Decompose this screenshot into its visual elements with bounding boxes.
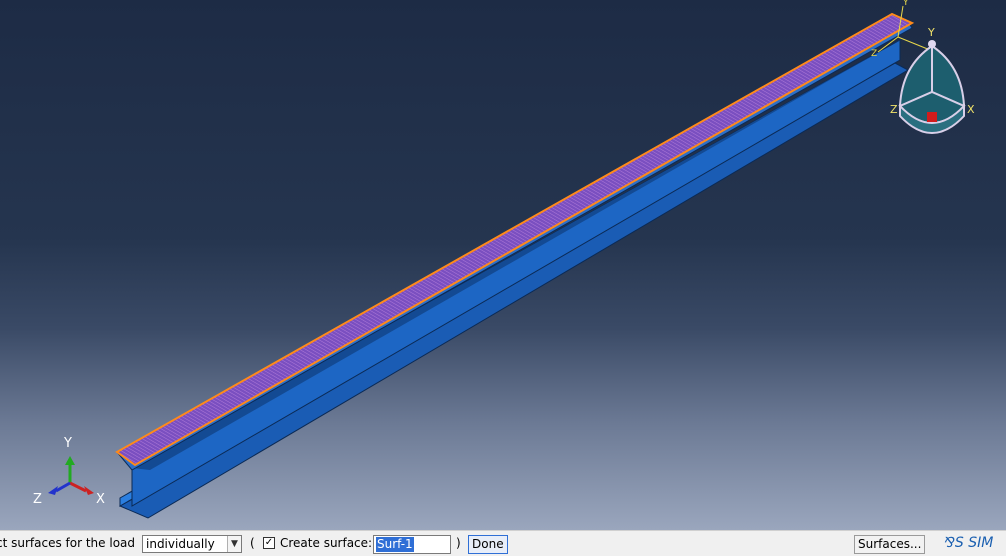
prompt-area: ct surfaces for the load individually ▼ … [0,530,1006,556]
chevron-down-icon[interactable]: ▼ [227,536,241,552]
surface-name-value: Surf-1 [376,537,414,552]
beam-scene[interactable]: Y X Z Y X Z Y X Z [0,0,1006,530]
view-cube-y-label: Y [927,26,935,39]
view-cube-z-label: Z [890,103,898,116]
paren-close: ) [456,536,461,550]
surfaces-button[interactable]: Surfaces... [854,535,926,554]
selection-mode-value: individually [146,537,215,551]
surface-name-input[interactable]: Surf-1 [373,535,451,554]
brand-text: SIM [968,535,994,551]
selection-mode-dropdown[interactable]: individually ▼ [142,535,242,553]
global-axis-triad: Y X Z [33,436,105,507]
beam-end-z-label: Z [871,49,877,59]
paren-open: ( [250,536,255,550]
triad-y-label: Y [63,436,72,451]
done-button[interactable]: Done [468,535,508,554]
triad-z-label: Z [33,492,42,507]
triad-x-label: X [96,492,105,507]
beam-web-shadow [132,38,903,470]
brand-logo: ⅋S SIM [944,531,993,556]
create-surface-checkbox[interactable]: ✓ [263,537,275,549]
beam-top-flange-selected-face[interactable] [115,12,915,467]
view-cube-top-node [928,40,936,48]
view-cube-x-label: X [967,103,975,116]
create-surface-label: Create surface: [280,536,373,550]
view-cube-origin-marker [927,112,937,122]
beam-bottom-flange-side [118,62,910,519]
model-viewport[interactable]: Y X Z Y X Z Y X Z [0,0,1006,530]
view-cube[interactable]: Y X Z [890,26,975,134]
brand-icon: ⅋S [944,535,969,551]
beam-end-y-label: Y [902,0,909,8]
prompt-text: ct surfaces for the load [0,536,136,550]
beam-web [131,39,901,507]
